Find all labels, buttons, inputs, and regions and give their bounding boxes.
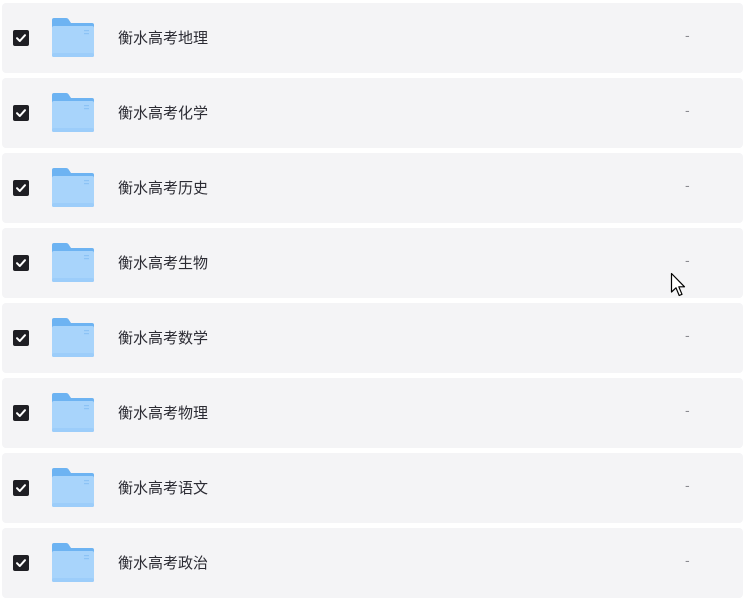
folder-name[interactable]: 衡水高考物理 (118, 378, 208, 448)
file-list: 衡水高考地理 - 衡水高考化学 - 衡水高考历史 - 衡水高考生物 - 衡水高考… (2, 3, 743, 603)
file-row[interactable]: 衡水高考地理 - (2, 3, 743, 73)
folder-icon[interactable] (50, 242, 96, 284)
folder-size: - (685, 179, 690, 194)
folder-name[interactable]: 衡水高考数学 (118, 303, 208, 373)
file-row[interactable]: 衡水高考化学 - (2, 78, 743, 148)
folder-icon[interactable] (50, 392, 96, 434)
checkbox-checked-icon[interactable] (13, 180, 29, 196)
folder-size: - (685, 479, 690, 494)
mouse-cursor-icon (670, 272, 686, 297)
folder-icon[interactable] (50, 467, 96, 509)
checkbox-checked-icon[interactable] (13, 405, 29, 421)
file-row[interactable]: 衡水高考政治 - (2, 528, 743, 598)
checkbox-checked-icon[interactable] (13, 255, 29, 271)
folder-name[interactable]: 衡水高考生物 (118, 228, 208, 298)
checkbox-checked-icon[interactable] (13, 555, 29, 571)
folder-size: - (685, 404, 690, 419)
file-row[interactable]: 衡水高考数学 - (2, 303, 743, 373)
folder-icon[interactable] (50, 17, 96, 59)
checkbox-checked-icon[interactable] (13, 30, 29, 46)
folder-size: - (685, 29, 690, 44)
folder-size: - (685, 554, 690, 569)
folder-name[interactable]: 衡水高考历史 (118, 153, 208, 223)
file-row[interactable]: 衡水高考历史 - (2, 153, 743, 223)
folder-icon[interactable] (50, 317, 96, 359)
folder-icon[interactable] (50, 542, 96, 584)
folder-name[interactable]: 衡水高考化学 (118, 78, 208, 148)
checkbox-checked-icon[interactable] (13, 105, 29, 121)
folder-name[interactable]: 衡水高考语文 (118, 453, 208, 523)
file-row[interactable]: 衡水高考物理 - (2, 378, 743, 448)
checkbox-checked-icon[interactable] (13, 480, 29, 496)
folder-icon[interactable] (50, 92, 96, 134)
folder-name[interactable]: 衡水高考政治 (118, 528, 208, 598)
checkbox-checked-icon[interactable] (13, 330, 29, 346)
folder-name[interactable]: 衡水高考地理 (118, 3, 208, 73)
folder-size: - (685, 104, 690, 119)
file-row[interactable]: 衡水高考生物 - (2, 228, 743, 298)
folder-icon[interactable] (50, 167, 96, 209)
folder-size: - (685, 329, 690, 344)
file-row[interactable]: 衡水高考语文 - (2, 453, 743, 523)
